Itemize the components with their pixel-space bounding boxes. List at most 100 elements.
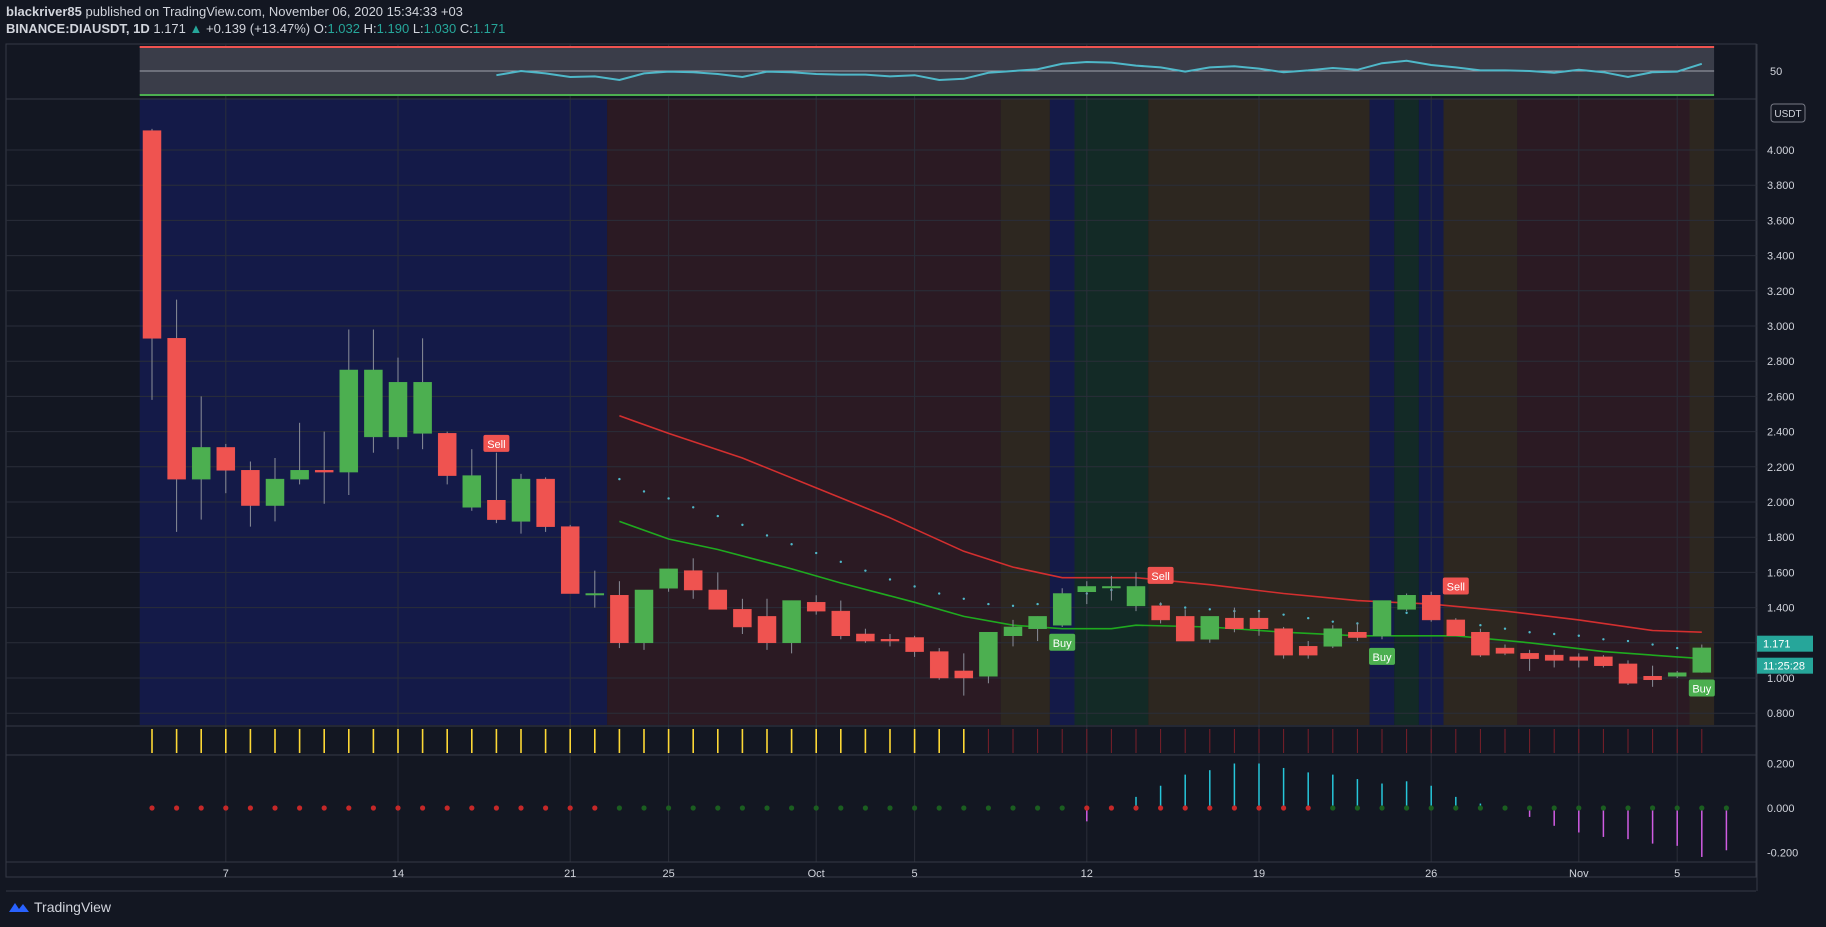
candle-body: [1200, 616, 1220, 640]
time-tick-label: 14: [392, 868, 404, 880]
bg-zone: [1049, 99, 1075, 725]
psar-dot: [1036, 602, 1039, 606]
signal-buy: Buy: [1688, 679, 1715, 697]
time-tick-label: 25: [662, 868, 674, 880]
psar-dot: [1602, 638, 1605, 641]
psar-dot: [1282, 613, 1285, 616]
candle-body: [1126, 586, 1146, 607]
price-tick-label: 1.000: [1767, 673, 1795, 685]
signal-label: Buy: [1053, 638, 1072, 650]
osc-dot: [1010, 805, 1016, 811]
osc-dot: [641, 805, 647, 811]
osc-dot: [272, 805, 278, 811]
osc-dot: [715, 805, 721, 811]
candle: [1397, 593, 1416, 612]
osc-dot: [912, 805, 918, 811]
candle-body: [1667, 672, 1687, 677]
price-tick-label: 3.400: [1767, 251, 1795, 263]
price-tick-label: 1.400: [1767, 603, 1795, 615]
psar-dot: [1503, 627, 1507, 630]
osc-dot: [223, 805, 229, 811]
psar-dot: [1011, 604, 1015, 608]
candle-body: [1077, 586, 1097, 593]
candle: [1372, 600, 1392, 640]
price-tick-label: 2.800: [1767, 356, 1795, 368]
osc-dot: [420, 805, 426, 811]
candle-body: [388, 382, 408, 438]
candle-body: [929, 651, 949, 679]
psar-dot: [962, 597, 965, 600]
signal-sell: Sell: [1442, 577, 1469, 595]
candle: [560, 524, 580, 594]
price-tick-label: 3.000: [1767, 321, 1795, 333]
osc-dot: [174, 805, 180, 811]
price-tick-label: 1.600: [1767, 567, 1795, 579]
candle-body: [1569, 656, 1589, 661]
osc-dot: [346, 805, 352, 811]
psar-dot: [618, 477, 621, 481]
osc-dot: [1502, 805, 1508, 811]
signal-sell: Sell: [1147, 566, 1174, 584]
osc-dot: [297, 805, 303, 811]
time-tick-label: 19: [1253, 868, 1265, 880]
bg-zone: [1394, 99, 1419, 725]
price-tick-label: 2.600: [1767, 391, 1795, 403]
psar-dot: [1479, 624, 1482, 627]
candle-body: [1003, 626, 1023, 637]
signal-sell: Sell: [483, 434, 510, 452]
candle-body: [905, 637, 924, 652]
candle-body: [1544, 654, 1564, 661]
chart-canvas[interactable]: 50SellBuySellBuySellBuy0.8001.0001.2001.…: [0, 0, 1826, 927]
osc-dot: [616, 805, 623, 811]
candle: [536, 477, 555, 532]
psar-dot: [913, 585, 916, 588]
osc-dot: [789, 805, 795, 811]
candle-body: [536, 478, 555, 527]
psar-dot: [1208, 608, 1212, 611]
osc-dot: [1551, 805, 1557, 811]
osc-dot: [1379, 805, 1385, 811]
candle-body: [782, 600, 801, 644]
candle-body: [1151, 605, 1170, 621]
osc-dot: [764, 805, 770, 811]
osc-dot: [493, 805, 499, 811]
candle-body: [659, 568, 678, 589]
price-tick-label: 2.200: [1767, 462, 1795, 474]
candle-body: [1274, 628, 1293, 656]
tradingview-footer[interactable]: TradingView: [8, 899, 111, 915]
candle-body: [241, 470, 260, 506]
candle-body: [1298, 646, 1318, 656]
candle: [1274, 626, 1293, 659]
candle-body: [462, 475, 482, 508]
signal-label: Buy: [1692, 684, 1711, 696]
osc-dot: [1084, 805, 1090, 811]
candle-body: [142, 130, 162, 339]
signal-label: Sell: [1151, 571, 1169, 583]
candle-body: [560, 526, 580, 594]
candle-body: [216, 447, 236, 471]
candle-body: [1175, 616, 1195, 642]
osc-dot: [936, 805, 942, 811]
psar-dot: [1651, 643, 1654, 646]
psar-dot: [1405, 611, 1408, 615]
candle: [634, 589, 654, 650]
osc-dot: [739, 805, 746, 811]
osc-dot: [1231, 805, 1237, 811]
osc-dot: [1059, 805, 1065, 811]
signal-buy: Buy: [1369, 647, 1395, 665]
tradingview-brand: TradingView: [34, 899, 112, 915]
osc-dot: [1699, 805, 1705, 811]
candle-body: [1692, 647, 1712, 673]
candle-body: [806, 602, 826, 612]
psar-dot: [1676, 646, 1679, 650]
time-tick-label: 5: [1674, 868, 1680, 880]
psar-dot: [790, 543, 793, 546]
event-strip: [151, 729, 1703, 753]
osc-dot: [543, 805, 549, 811]
currency-label: USDT: [1774, 109, 1801, 120]
psar-dot: [1626, 639, 1630, 643]
price-tick-label: 3.200: [1767, 286, 1795, 298]
candle-body: [733, 609, 752, 628]
psar-dot: [815, 551, 818, 555]
candle: [1323, 625, 1343, 649]
